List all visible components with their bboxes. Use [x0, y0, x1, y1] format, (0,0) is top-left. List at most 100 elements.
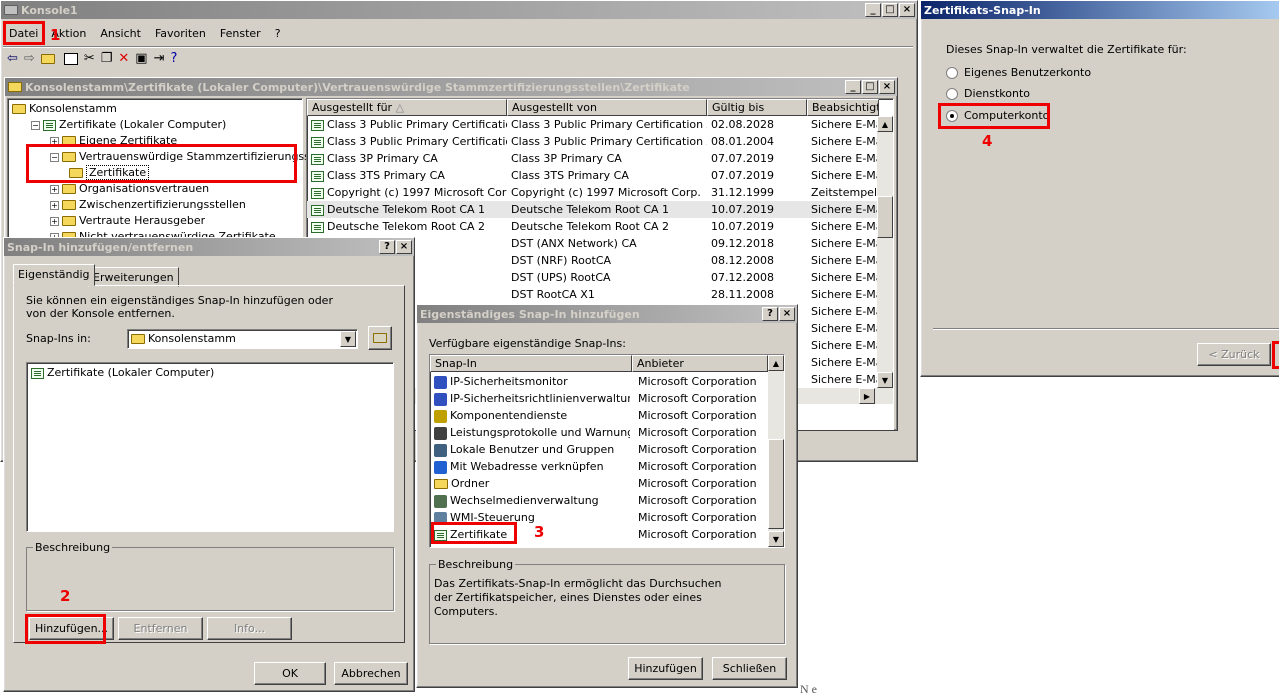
snapin-description-text: Das Zertifikats-Snap-In ermöglicht das D…	[434, 577, 722, 618]
maximize-button[interactable]: □	[882, 3, 898, 17]
collapse-icon[interactable]: −	[31, 120, 40, 130]
hinzufuegen-button[interactable]: Hinzufügen...	[29, 617, 114, 640]
col-ausgestellt-von[interactable]: Ausgestellt von	[507, 99, 707, 116]
table-row[interactable]: Class 3 Public Primary Certification... C…	[307, 133, 877, 150]
menu-favoriten[interactable]: Favoriten	[148, 27, 213, 40]
expand-icon[interactable]: +	[50, 184, 59, 194]
scroll-up-button[interactable]: ▲	[877, 116, 893, 132]
snapin-scroll-thumb[interactable]	[768, 439, 784, 529]
snapin-help-button[interactable]: ?	[379, 240, 395, 254]
up-folder-icon[interactable]	[40, 53, 55, 64]
radio-icon[interactable]	[946, 67, 958, 79]
schliessen-button[interactable]: Schließen	[712, 657, 787, 680]
table-row[interactable]: Class 3P Primary CA Class 3P Primary CA 07…	[307, 150, 877, 167]
forward-icon[interactable]: ⇨	[24, 51, 35, 66]
tree-node[interactable]: + Organisationsvertrauen	[50, 180, 209, 197]
snapin-name-cell: Mit Webadresse verknüpfen	[434, 458, 630, 475]
snapin-row[interactable]: IP-Sicherheitsrichtlinienverwaltung Micro…	[430, 390, 768, 407]
back-icon[interactable]: ⇦	[7, 51, 18, 66]
cell-text: Class 3 Public Primary Certification...	[327, 135, 507, 148]
tree-node[interactable]: + Zwischenzertifizierungsstellen	[50, 196, 246, 213]
snapin-row[interactable]: Mit Webadresse verknüpfen Microsoft Corpo…	[430, 458, 768, 475]
menu-fenster[interactable]: Fenster	[213, 27, 268, 40]
added-snapins-list[interactable]: Zertifikate (Lokaler Computer)	[26, 362, 394, 532]
col-beabsichtigte[interactable]: Beabsichtigte	[807, 99, 879, 116]
available-snapins-list[interactable]: Snap-In Anbieter IP-Sicherheitsmonitor Mi…	[429, 354, 785, 548]
expand-icon[interactable]: +	[50, 216, 59, 226]
radio-icon[interactable]	[946, 88, 958, 100]
tree-node[interactable]: Konsolenstamm	[12, 100, 117, 117]
expand-icon[interactable]: +	[50, 200, 59, 210]
properties-icon[interactable]: ▣	[135, 51, 147, 66]
scroll-right-button[interactable]: ▶	[859, 388, 875, 404]
copy-icon[interactable]: ❐	[101, 51, 113, 66]
sort-asc-icon: △	[395, 101, 405, 114]
close-button[interactable]: ×	[899, 3, 915, 17]
option-computerkonto[interactable]: Computerkonto	[946, 109, 1049, 122]
inner-close-button[interactable]: ×	[879, 80, 895, 94]
table-row[interactable]: Class 3 Public Primary Certification... C…	[307, 116, 877, 133]
snapin-row[interactable]: IP-Sicherheitsmonitor Microsoft Corporati…	[430, 373, 768, 390]
minimize-button[interactable]: _	[865, 3, 881, 17]
snapin-row[interactable]: Wechselmedienverwaltung Microsoft Corpora…	[430, 492, 768, 509]
scroll-thumb[interactable]	[877, 196, 893, 238]
snapins-in-select[interactable]: Konsolenstamm ▼	[127, 329, 358, 349]
entfernen-button[interactable]: Entfernen	[118, 617, 203, 640]
col-gueltig-bis[interactable]: Gültig bis	[707, 99, 807, 116]
tree-node[interactable]: + Eigene Zertifikate	[50, 132, 177, 149]
tree-node-label: Zertifikate (Lokaler Computer)	[59, 118, 227, 131]
snapin-row[interactable]: Ordner Microsoft Corporation	[430, 475, 768, 492]
col-ausgestellt-fuer[interactable]: Ausgestellt für △	[307, 99, 507, 116]
snapin-scroll-up-button[interactable]: ▲	[768, 355, 784, 371]
snapin-vertical-scrollbar[interactable]: ▲ ▼	[768, 355, 784, 547]
tree-node[interactable]: − Zertifikate (Lokaler Computer)	[31, 116, 226, 133]
inner-maximize-button[interactable]: □	[862, 80, 878, 94]
tab-erweiterungen[interactable]: Erweiterungen	[88, 267, 179, 287]
menu-ansicht[interactable]: Ansicht	[93, 27, 148, 40]
expand-icon[interactable]: +	[50, 136, 59, 146]
list-vertical-scrollbar[interactable]: ▲ ▼	[877, 116, 893, 388]
snapin-row[interactable]: Komponentendienste Microsoft Corporation	[430, 407, 768, 424]
export-icon[interactable]: ⇥	[154, 51, 165, 66]
scroll-down-button[interactable]: ▼	[877, 372, 893, 388]
snapin-close-button[interactable]: ×	[396, 240, 412, 254]
snapin-row[interactable]: Lokale Benutzer und Gruppen Microsoft Cor…	[430, 441, 768, 458]
tab-eigenstaendig[interactable]: Eigenständig	[13, 264, 95, 286]
added-snapin-item[interactable]: Zertifikate (Lokaler Computer)	[47, 366, 214, 379]
snapin-row[interactable]: Zertifikate Microsoft Corporation	[430, 526, 768, 543]
show-tree-icon[interactable]	[63, 52, 78, 65]
zurueck-button[interactable]: < Zurück	[1197, 343, 1271, 366]
help-icon[interactable]: ?	[170, 51, 177, 66]
collapse-icon[interactable]: −	[50, 152, 59, 162]
folder-icon	[62, 136, 76, 146]
col-anbieter[interactable]: Anbieter	[632, 355, 768, 372]
option-dienstkonto[interactable]: Dienstkonto	[946, 87, 1030, 100]
standalone-hinzufuegen-button[interactable]: Hinzufügen	[628, 657, 703, 680]
table-row[interactable]: Class 3TS Primary CA Class 3TS Primary CA…	[307, 167, 877, 184]
radio-selected-icon[interactable]	[946, 110, 958, 122]
tree-node[interactable]: + Vertraute Herausgeber	[50, 212, 205, 229]
snapin-row[interactable]: Leistungsprotokolle und Warnungen Microso…	[430, 424, 768, 441]
ok-button[interactable]: OK	[254, 662, 326, 685]
standalone-help-button[interactable]: ?	[762, 307, 778, 321]
snapin-scroll-down-button[interactable]: ▼	[768, 531, 784, 547]
inner-minimize-button[interactable]: _	[845, 80, 861, 94]
snapin-row[interactable]: WMI-Steuerung Microsoft Corporation	[430, 509, 768, 526]
chevron-down-icon[interactable]: ▼	[340, 331, 356, 347]
tree-node[interactable]: − Vertrauenswürdige Stammzertifizierungss…	[50, 148, 341, 165]
option-eigenes-benutzerkonto[interactable]: Eigenes Benutzerkonto	[946, 66, 1091, 79]
cut-icon[interactable]: ✂	[84, 51, 95, 66]
col-snapin[interactable]: Snap-In	[430, 355, 632, 372]
menu-datei[interactable]: Datei	[3, 27, 44, 40]
browse-folder-button[interactable]	[368, 326, 392, 350]
standalone-close-button[interactable]: ×	[779, 307, 795, 321]
menu-help[interactable]: ?	[268, 27, 288, 40]
table-row[interactable]: Copyright (c) 1997 Microsoft Corp. Copyri…	[307, 184, 877, 201]
table-row[interactable]: Deutsche Telekom Root CA 2 Deutsche Telek…	[307, 218, 877, 235]
table-row[interactable]: Deutsche Telekom Root CA 1 Deutsche Telek…	[307, 201, 877, 218]
info-button[interactable]: Info...	[207, 617, 292, 640]
tree-node[interactable]: Zertifikate	[69, 164, 150, 181]
delete-icon[interactable]: ✕	[118, 51, 129, 66]
abbrechen-button[interactable]: Abbrechen	[334, 662, 408, 685]
cell-text: Deutsche Telekom Root CA 2	[511, 220, 670, 233]
